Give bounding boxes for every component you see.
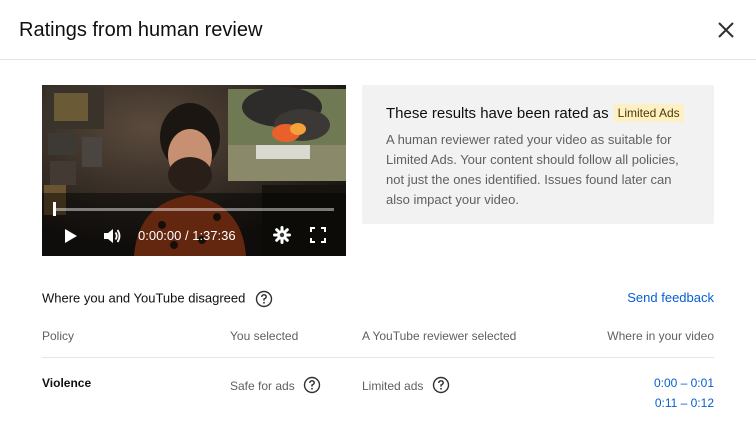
play-icon[interactable]: [64, 228, 78, 244]
you-selected-value: Safe for ads: [230, 379, 295, 393]
reviewer-selected-value: Limited ads: [362, 379, 424, 393]
dialog-header: Ratings from human review: [0, 0, 756, 60]
reviewer-selected-cell: Limited ads: [362, 376, 450, 394]
video-player[interactable]: 0:00:00 / 1:37:36: [42, 85, 346, 256]
timestamp-range-link[interactable]: 0:00 – 0:01: [654, 376, 714, 390]
column-header-reviewer-selected: A YouTube reviewer selected: [362, 329, 517, 343]
rating-description: A human reviewer rated your video as sui…: [386, 132, 679, 207]
progress-scrubber[interactable]: [53, 202, 56, 216]
rating-heading-text: These results have been rated as: [386, 105, 609, 122]
close-icon[interactable]: [712, 16, 740, 44]
table-divider: [42, 357, 714, 358]
send-feedback-link[interactable]: Send feedback: [627, 290, 714, 305]
video-time: 0:00:00 / 1:37:36: [138, 228, 236, 243]
rating-heading: These results have been rated as Limited …: [386, 104, 690, 122]
disagreement-label-row: Where you and YouTube disagreed: [42, 290, 273, 308]
progress-bar[interactable]: [54, 208, 334, 211]
fullscreen-icon[interactable]: [310, 227, 326, 243]
help-icon[interactable]: [303, 376, 321, 394]
column-header-you-selected: You selected: [230, 329, 299, 343]
help-icon[interactable]: [255, 290, 273, 308]
disagreement-label: Where you and YouTube disagreed: [42, 290, 246, 306]
settings-gear-icon[interactable]: [273, 226, 291, 244]
policy-cell: Violence: [42, 376, 92, 390]
dialog-title: Ratings from human review: [19, 19, 263, 41]
column-header-policy: Policy: [42, 329, 75, 343]
limited-ads-badge: Limited Ads: [613, 104, 684, 122]
help-icon[interactable]: [432, 376, 450, 394]
you-selected-cell: Safe for ads: [230, 376, 321, 394]
timestamp-range-link[interactable]: 0:11 – 0:12: [655, 396, 714, 410]
column-header-where-in-video: Where in your video: [607, 329, 714, 343]
rating-result-panel: These results have been rated as Limited …: [362, 85, 714, 224]
volume-icon[interactable]: [102, 226, 122, 246]
